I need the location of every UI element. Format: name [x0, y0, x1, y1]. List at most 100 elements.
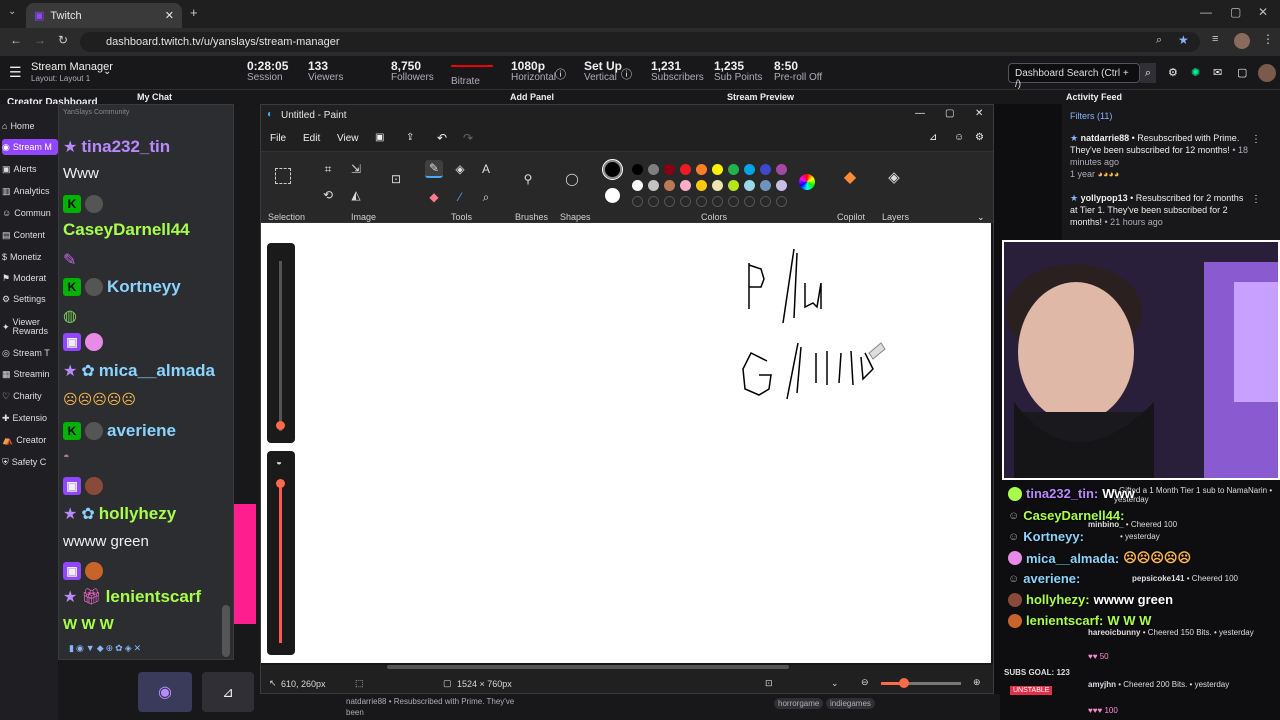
- color-swatch[interactable]: [664, 196, 675, 207]
- tag-chip[interactable]: horrorgame: [774, 698, 824, 709]
- close-window-icon[interactable]: ✕: [1258, 5, 1268, 19]
- color-swatch[interactable]: [760, 164, 771, 175]
- color-swatch[interactable]: [696, 196, 707, 207]
- redo-icon[interactable]: ↷: [463, 131, 473, 145]
- feedback-icon[interactable]: ⊿: [929, 132, 937, 143]
- color-swatch[interactable]: [648, 196, 659, 207]
- settings-gear-icon[interactable]: ⚙: [975, 132, 984, 143]
- maximize-icon[interactable]: ▢: [945, 108, 954, 119]
- zoom-icon[interactable]: ⌕: [1156, 34, 1162, 47]
- fill-tool-icon[interactable]: ◈: [451, 160, 469, 178]
- brush-size-slider[interactable]: [267, 243, 295, 443]
- rotate-icon[interactable]: ⟲: [319, 186, 337, 204]
- close-icon[interactable]: ✕: [975, 108, 983, 119]
- eraser-tool-icon[interactable]: ◆: [425, 188, 443, 206]
- mail-icon[interactable]: ✉: [1213, 66, 1222, 79]
- share-icon[interactable]: ⇪: [406, 132, 414, 143]
- horizontal-scrollbar[interactable]: [387, 665, 789, 669]
- extensions-icon[interactable]: ≡: [1212, 33, 1218, 45]
- color-swatch[interactable]: [776, 196, 787, 207]
- minimize-icon[interactable]: —: [915, 108, 925, 119]
- color-swatch[interactable]: [632, 164, 643, 175]
- zoom-slider-handle[interactable]: [899, 678, 909, 688]
- image-select-icon[interactable]: ⊡: [387, 170, 405, 188]
- sidebar-item-streaming-tools[interactable]: ▦ Streamin: [2, 366, 58, 382]
- color-picker-icon[interactable]: ⁄: [451, 188, 469, 206]
- color-swatch[interactable]: [680, 180, 691, 191]
- color-swatch[interactable]: [696, 180, 707, 191]
- shapes-icon[interactable]: ◯: [563, 170, 581, 188]
- back-icon[interactable]: ←: [10, 33, 22, 47]
- layout-selector[interactable]: Stream Manager Layout: Layout 1: [31, 62, 113, 84]
- dashboard-search-input[interactable]: Dashboard Search (Ctrl + /): [1008, 63, 1140, 90]
- crop-icon[interactable]: ⌗: [319, 160, 337, 178]
- sidebar-item-settings[interactable]: ⚙ Settings: [2, 291, 58, 307]
- fit-screen-icon[interactable]: ⊡: [765, 678, 773, 689]
- copilot-icon[interactable]: ◆: [841, 168, 859, 186]
- info-icon[interactable]: ⓘ: [621, 66, 632, 82]
- zoom-slider[interactable]: [881, 678, 961, 688]
- secondary-color-swatch[interactable]: [605, 188, 620, 203]
- search-icon[interactable]: ⌕: [1140, 63, 1156, 83]
- color-swatch[interactable]: [728, 196, 739, 207]
- color-swatch[interactable]: [728, 180, 739, 191]
- chat-username[interactable]: lenientscarf: [106, 587, 201, 607]
- browser-menu-icon[interactable]: ⋮: [1262, 32, 1274, 46]
- activity-feed-title[interactable]: Activity Feed: [1066, 92, 1122, 102]
- color-swatch[interactable]: [680, 196, 691, 207]
- menu-edit[interactable]: Edit: [303, 133, 320, 144]
- url-field[interactable]: dashboard.twitch.tv/u/yanslays/stream-ma…: [80, 32, 1200, 52]
- sidebar-item-safety-center[interactable]: ⛨ Safety C: [2, 454, 58, 470]
- chat-emote-bar[interactable]: ▮◉▼◆⊕✿◈✕: [69, 643, 143, 654]
- sidebar-item-community[interactable]: ☺ Commun: [2, 205, 58, 221]
- profile-avatar[interactable]: [1234, 33, 1250, 49]
- zoom-dropdown-icon[interactable]: ⌄: [831, 678, 839, 689]
- color-swatch[interactable]: [632, 196, 643, 207]
- text-tool-icon[interactable]: A: [477, 160, 495, 178]
- sidebar-item-creator-camp[interactable]: ⛺ Creator: [2, 432, 58, 448]
- color-swatch[interactable]: [744, 164, 755, 175]
- color-swatch[interactable]: [664, 180, 675, 191]
- color-swatch[interactable]: [776, 180, 787, 191]
- undo-icon[interactable]: ↶: [437, 131, 447, 145]
- flip-icon[interactable]: ◭: [347, 186, 365, 204]
- magnifier-icon[interactable]: ⌕: [477, 188, 495, 206]
- color-swatch[interactable]: [712, 164, 723, 175]
- more-options-icon[interactable]: ⋮: [1251, 134, 1261, 145]
- save-icon[interactable]: ▣: [375, 132, 384, 143]
- sidebar-item-extensions[interactable]: ✚ Extensio: [2, 410, 58, 426]
- sidebar-item-content[interactable]: ▤ Content: [2, 227, 58, 243]
- color-swatch[interactable]: [648, 180, 659, 191]
- zoom-out-icon[interactable]: ⊖: [861, 677, 869, 688]
- forward-icon[interactable]: →: [34, 33, 46, 47]
- chat-username[interactable]: tina232_tin: [81, 137, 170, 157]
- close-tab-icon[interactable]: ✕: [165, 9, 174, 22]
- drawing-canvas[interactable]: [261, 223, 991, 663]
- chevron-down-icon[interactable]: ⌄: [103, 66, 111, 77]
- minimize-icon[interactable]: —: [1200, 5, 1212, 19]
- settings-icon[interactable]: ⚙: [1168, 66, 1178, 79]
- sidebar-item-stream-together[interactable]: ◎ Stream T: [2, 345, 58, 361]
- stream-preview-title[interactable]: Stream Preview: [727, 92, 794, 102]
- tag-chip[interactable]: indiegames: [826, 698, 875, 709]
- filters-link[interactable]: Filters (11): [1070, 111, 1112, 121]
- edit-colors-icon[interactable]: [799, 174, 815, 190]
- chat-username[interactable]: averiene: [107, 421, 176, 441]
- stat-horizontal[interactable]: 1080p Horizontal: [511, 60, 556, 83]
- resize-icon[interactable]: ⇲: [347, 160, 365, 178]
- stat-vertical[interactable]: Set Up Vertical: [584, 60, 622, 83]
- chat-username[interactable]: mica__almada: [99, 361, 215, 381]
- add-panel-title[interactable]: Add Panel: [510, 92, 554, 102]
- primary-color-swatch[interactable]: [602, 159, 623, 180]
- chat-username[interactable]: hollyhezy: [99, 504, 176, 524]
- chat-scrollbar[interactable]: [222, 605, 230, 657]
- account-icon[interactable]: ☺: [954, 132, 964, 143]
- user-avatar[interactable]: [1258, 64, 1276, 82]
- browser-tab[interactable]: ▣ Twitch ✕: [26, 3, 182, 28]
- sidebar-item-charity[interactable]: ♡ Charity: [2, 388, 58, 404]
- sidebar-item-home[interactable]: ⌂ Home: [2, 118, 58, 134]
- hamburger-menu-icon[interactable]: ☰: [9, 64, 22, 81]
- new-tab-icon[interactable]: +: [190, 5, 198, 20]
- selection-tool-icon[interactable]: [275, 168, 291, 184]
- color-swatch[interactable]: [776, 164, 787, 175]
